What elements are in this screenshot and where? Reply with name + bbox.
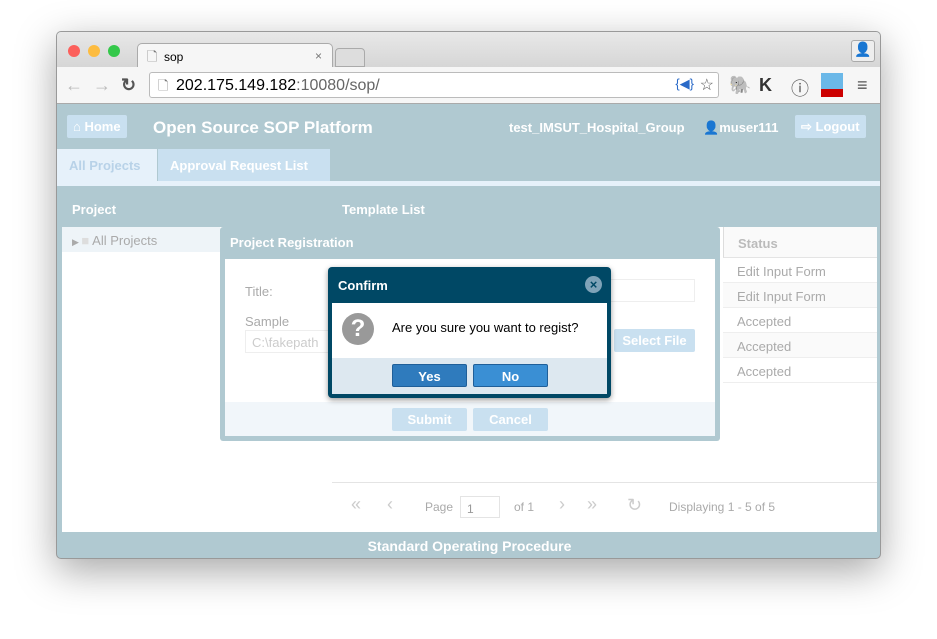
refresh-icon[interactable]: ↻ [627,495,642,516]
table-row-status[interactable]: Accepted [723,333,877,358]
question-icon: ? [342,313,374,345]
expand-icon[interactable]: ▶ [72,237,81,247]
project-panel-title: Project [72,202,117,217]
tab-approval-request-list[interactable]: Approval Request List [158,149,330,181]
pager-divider [332,482,877,483]
logout-button[interactable]: ⇨ Logout [795,115,866,138]
page-input[interactable]: 1 [460,496,500,518]
table-row-status[interactable]: Accepted [723,358,877,383]
table-row-status[interactable]: Edit Input Form [723,283,877,308]
tab-bar: 🗋 sop × 👤 [57,32,880,68]
url-path: :10080/sop/ [296,77,380,94]
minimize-button[interactable] [88,45,100,57]
folder-icon: ■ [81,233,93,248]
page-icon: 🗋 [158,78,169,93]
close-icon[interactable]: × [585,276,602,293]
menu-icon[interactable]: ≡ [857,75,868,96]
status-column-header[interactable]: Status [723,227,877,258]
table-row-status[interactable]: Accepted [723,308,877,333]
close-window-button[interactable] [68,45,80,57]
title-label: Title: [245,284,273,299]
next-page-icon[interactable]: › [559,494,565,515]
confirm-message: Are you sure you want to regist? [392,320,579,335]
page-label: Page [425,500,454,514]
table-row-status[interactable]: Edit Input Form [723,258,877,283]
cancel-button[interactable]: Cancel [473,408,548,431]
confirm-footer: Yes No [332,358,607,394]
user-label: muser111 [719,120,779,135]
page-count: of 1 [514,500,535,514]
last-page-icon[interactable]: » [587,494,597,515]
reload-icon[interactable]: ↻ [121,75,136,96]
app-title: Open Source SOP Platform [153,118,373,137]
logout-icon: ⇨ [801,119,816,134]
maximize-button[interactable] [108,45,120,57]
k-extension-icon[interactable]: K [759,75,772,96]
home-label: Home [84,119,121,134]
new-tab-button[interactable] [335,48,365,67]
tree-item-all-projects[interactable]: ▶ ■ All Projects [62,227,220,252]
displaying-text: Displaying 1 - 5 of 5 [669,500,776,514]
sample-label: Sample [245,314,290,329]
tree-label: All Projects [92,233,158,248]
select-file-button[interactable]: Select File [614,329,695,352]
home-icon: ⌂ [73,119,85,134]
group-name: test_IMSUT_Hospital_Group [509,120,685,135]
evernote-icon[interactable]: 🐘 [729,75,751,96]
user-icon: 👤 [703,120,720,135]
browser-tab[interactable]: 🗋 sop × [137,43,333,68]
confirm-body: ? Are you sure you want to regist? [332,303,607,358]
tab-strip-divider [57,181,880,186]
browser-window: 🗋 sop × 👤 ← → ↻ 🗋 202.175.149.182:10080/… [56,31,881,559]
template-panel-title: Template List [342,202,425,217]
logout-label: Logout [815,119,860,134]
no-button[interactable]: No [473,364,548,387]
confirm-dialog: Confirm × ? Are you sure you want to reg… [328,267,611,398]
star-icon[interactable]: ☆ [700,75,714,95]
info-extension-icon[interactable]: ⓘ [791,75,809,101]
url-host: 202.175.149.182 [176,77,297,94]
address-bar[interactable]: 🗋 202.175.149.182:10080/sop/ ☆ {◀} [149,72,719,98]
app-header: ⌂ Home Open Source SOP Platform test_IMS… [57,104,880,149]
back-icon[interactable]: ← [65,75,83,96]
confirm-title: Confirm [338,278,388,293]
title-input[interactable] [610,279,695,302]
forward-icon[interactable]: → [93,75,111,96]
submit-button[interactable]: Submit [392,408,467,431]
first-page-icon[interactable]: « [351,494,361,515]
home-button[interactable]: ⌂ Home [67,115,127,138]
yes-button[interactable]: Yes [392,364,467,387]
close-tab-icon[interactable]: × [315,49,322,63]
registration-footer: Submit Cancel [225,402,715,436]
profile-icon[interactable]: 👤 [851,40,875,62]
prev-page-icon[interactable]: ‹ [387,494,393,515]
new-extension-icon[interactable] [821,73,843,97]
browser-toolbar: ← → ↻ 🗋 202.175.149.182:10080/sop/ ☆ {◀}… [57,67,880,104]
registration-title: Project Registration [230,235,354,250]
tab-title: sop [164,50,184,64]
user-name: 👤muser111 [703,120,778,136]
sample-file-input[interactable]: C:\fakepath [245,330,335,353]
extension-icon[interactable]: {◀} [675,76,694,92]
tab-all-projects[interactable]: All Projects [57,149,157,181]
app-footer: Standard Operating Procedure [367,538,572,554]
